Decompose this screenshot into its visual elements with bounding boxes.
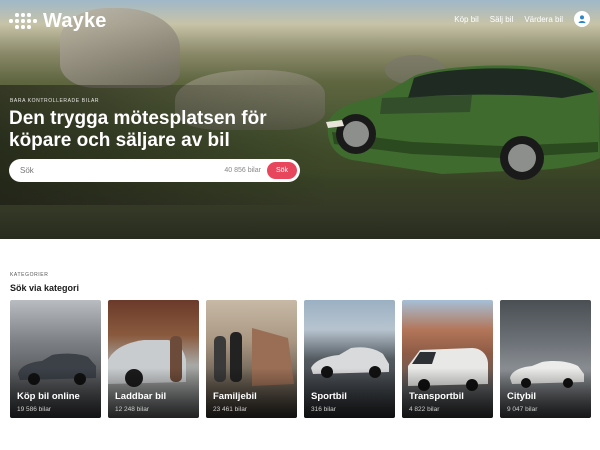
nav-sell-car[interactable]: Sälj bil — [490, 15, 514, 24]
category-name: Transportbil — [409, 391, 464, 402]
category-card-family[interactable]: Familjebil 23 461 bilar — [206, 300, 297, 418]
category-count: 19 586 bilar — [17, 406, 51, 413]
category-count: 9 047 bilar — [507, 406, 538, 413]
category-count: 4 822 bilar — [409, 406, 440, 413]
search-button[interactable]: Sök — [266, 162, 297, 179]
nav-value-car[interactable]: Värdera bil — [524, 15, 563, 24]
nav-buy-car[interactable]: Köp bil — [454, 15, 478, 24]
hero-section: Wayke Köp bil Sälj bil Värdera bil BARA … — [0, 0, 600, 239]
categories-eyebrow: KATEGORIER — [10, 272, 49, 278]
main-nav: Köp bil Sälj bil Värdera bil — [454, 11, 590, 27]
hero-eyebrow: BARA KONTROLLERADE BILAR — [10, 98, 100, 104]
category-name: Laddbar bil — [115, 391, 167, 402]
category-count: 316 bilar — [311, 406, 336, 413]
brand-name: Wayke — [43, 10, 107, 32]
categories-title: Sök via kategori — [10, 283, 80, 293]
category-card-buy-online[interactable]: Köp bil online 19 586 bilar — [10, 300, 101, 418]
hero-headline: Den trygga mötesplatsen för köpare och s… — [9, 108, 267, 151]
hero-car-image — [326, 65, 600, 180]
wayke-logo[interactable]: Wayke — [9, 10, 107, 33]
category-name: Sportbil — [311, 391, 347, 402]
category-count: 23 461 bilar — [213, 406, 247, 413]
search-result-count: 40 856 bilar — [224, 167, 261, 174]
search-input[interactable] — [20, 166, 225, 175]
search-bar: 40 856 bilar Sök — [9, 159, 300, 182]
category-card-sport[interactable]: Sportbil 316 bilar — [304, 300, 395, 418]
category-card-city[interactable]: Citybil 9 047 bilar — [500, 300, 591, 418]
category-name: Familjebil — [213, 391, 257, 402]
wayke-logo-icon — [9, 13, 38, 30]
user-icon[interactable] — [574, 11, 590, 27]
category-name: Köp bil online — [17, 391, 80, 402]
category-name: Citybil — [507, 391, 537, 402]
category-card-transport[interactable]: Transportbil 4 822 bilar — [402, 300, 493, 418]
category-list: Köp bil online 19 586 bilar Laddbar bil … — [10, 300, 591, 418]
category-count: 12 248 bilar — [115, 406, 149, 413]
category-card-electric[interactable]: Laddbar bil 12 248 bilar — [108, 300, 199, 418]
